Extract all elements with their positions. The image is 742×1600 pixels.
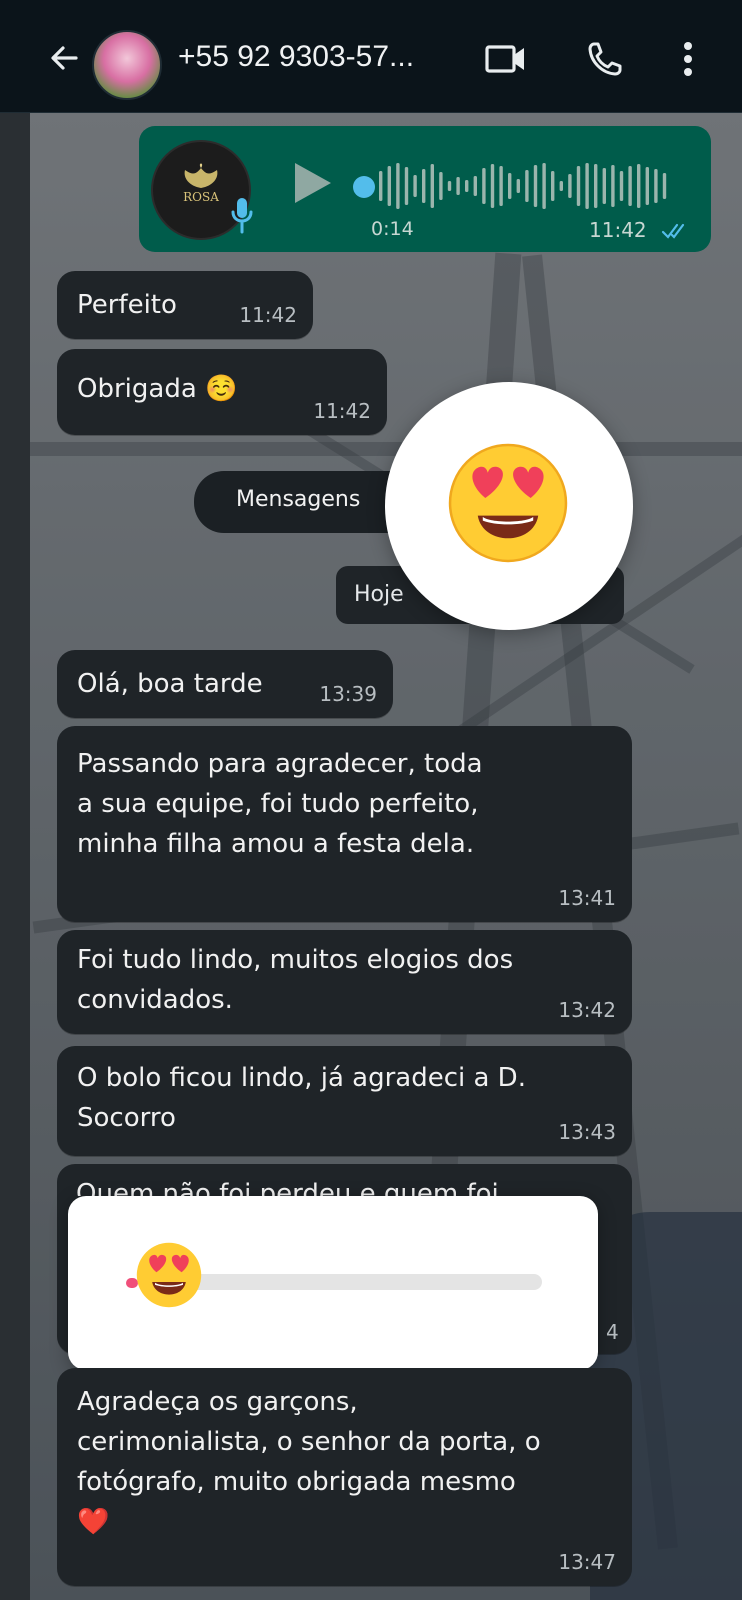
waveform-bar	[387, 166, 391, 206]
message-bubble[interactable]: Foi tudo lindo, muitos elogios dos convi…	[57, 930, 632, 1034]
waveform-bar	[473, 176, 477, 196]
waveform-bar	[551, 171, 555, 201]
mic-icon	[231, 198, 253, 234]
flower-logo-icon	[184, 163, 218, 188]
message-text-partial: Quem não foi perdeu e quem foi	[76, 1179, 499, 1196]
message-time: 11:42	[313, 399, 371, 423]
voice-message-time: 11:42	[589, 218, 647, 242]
play-icon[interactable]	[291, 160, 333, 206]
message-bubble[interactable]: Passando para agradecer, toda a sua equi…	[57, 726, 632, 922]
left-edge-strip	[0, 112, 30, 1600]
waveform-bar	[508, 173, 512, 199]
more-options-icon[interactable]	[682, 40, 694, 78]
unread-divider-label: Mensagens	[236, 487, 361, 512]
back-arrow-icon[interactable]	[46, 40, 82, 76]
waveform-bar	[404, 167, 409, 205]
message-time: 13:42	[558, 998, 616, 1022]
waveform-bar	[602, 168, 606, 204]
message-time: 13:47	[558, 1550, 616, 1574]
waveform-bar	[482, 168, 486, 204]
waveform-bar	[430, 164, 434, 208]
message-bubble[interactable]: Olá, boa tarde 13:39	[57, 650, 393, 718]
heart-eyes-emoji-icon	[448, 443, 568, 563]
waveform-bar	[645, 167, 649, 205]
playback-position-dot[interactable]	[353, 176, 375, 198]
outgoing-voice-message[interactable]: ROSA 0:14 11:42	[139, 126, 711, 252]
waveform-bar	[628, 166, 632, 206]
message-text: Olá, boa tarde	[77, 669, 263, 699]
waveform-bar	[559, 181, 563, 191]
message-text: O bolo ficou lindo, já agradeci a D. Soc…	[77, 1063, 526, 1133]
emoji-slider-sticker[interactable]	[68, 1196, 598, 1370]
message-bubble[interactable]: Obrigada ☺️ 11:42	[57, 349, 387, 435]
waveform-bar	[611, 165, 615, 207]
message-text: Foi tudo lindo, muitos elogios dos convi…	[77, 945, 514, 1015]
waveform-bar	[662, 173, 667, 199]
voice-duration: 0:14	[371, 218, 414, 240]
waveform-bar	[533, 165, 538, 207]
waveform-bar	[637, 164, 641, 208]
message-text: Perfeito	[77, 290, 177, 320]
waveform-bar	[439, 172, 443, 200]
read-ticks-icon	[661, 223, 685, 239]
waveform-bar	[422, 169, 426, 203]
message-text: Passando para agradecer, toda a sua equi…	[77, 749, 483, 859]
waveform-bar	[585, 163, 589, 209]
message-bubble[interactable]: Agradeça os garçons, cerimonialista, o s…	[57, 1368, 632, 1586]
waveform-bar	[594, 164, 598, 208]
waveform-bar	[499, 166, 503, 206]
waveform-bar	[379, 171, 383, 201]
waveform-bar	[542, 163, 546, 209]
waveform-bar	[568, 174, 572, 198]
message-bubble[interactable]: O bolo ficou lindo, já agradeci a D. Soc…	[57, 1046, 632, 1156]
waveform-bar	[525, 170, 529, 202]
message-time: 13:41	[558, 886, 616, 910]
waveform-bar	[447, 181, 452, 191]
phone-call-icon[interactable]	[586, 40, 624, 78]
waveform-bar	[456, 177, 460, 195]
video-call-icon[interactable]	[484, 42, 528, 76]
message-time: 13:43	[558, 1120, 616, 1144]
reaction-emoji-popup[interactable]	[385, 382, 633, 630]
waveform-bar	[396, 163, 400, 209]
waveform-icon[interactable]	[379, 156, 679, 216]
message-time-partial: 4	[606, 1320, 619, 1344]
message-time: 13:39	[319, 682, 377, 706]
message-bubble[interactable]: Perfeito 11:42	[57, 271, 313, 339]
waveform-bar	[654, 169, 658, 203]
waveform-bar	[490, 164, 495, 208]
chat-header: +55 92 9303-57...	[0, 0, 742, 113]
contact-avatar[interactable]	[92, 30, 162, 100]
heart-eyes-emoji-icon[interactable]	[134, 1240, 204, 1310]
message-time: 11:42	[239, 303, 297, 327]
waveform-bar	[413, 175, 417, 197]
waveform-bar	[465, 180, 469, 192]
waveform-bar	[619, 171, 624, 201]
message-text: Agradeça os garçons, cerimonialista, o s…	[77, 1387, 541, 1537]
contact-name[interactable]: +55 92 9303-57...	[178, 40, 414, 74]
date-chip-label: Hoje	[354, 582, 404, 607]
message-text: Obrigada ☺️	[77, 374, 238, 404]
waveform-bar	[516, 179, 520, 193]
waveform-bar	[576, 166, 581, 206]
